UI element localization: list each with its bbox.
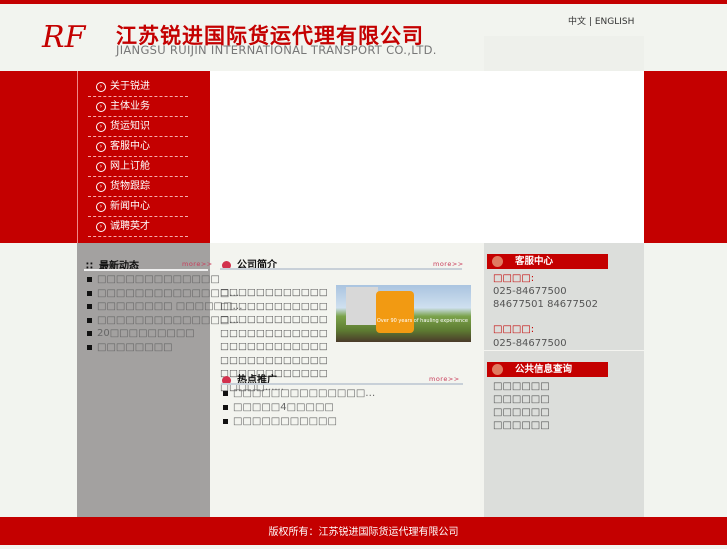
public-info-item[interactable]: □□□□□□: [493, 407, 550, 418]
news-item[interactable]: □□□□□□□□□□□□□: [87, 274, 220, 285]
menu-label: 主体业务: [110, 101, 150, 112]
arrow-circle-icon: ›: [96, 162, 106, 172]
header-panel: [484, 36, 644, 71]
menu-item-booking[interactable]: › 网上订舱: [88, 157, 188, 177]
menu-label: 新闻中心: [110, 201, 150, 212]
arrow-circle-icon: ›: [96, 82, 106, 92]
hot-item[interactable]: □□□□□□□□□□□□□□…: [223, 388, 375, 399]
menu-label: 诚聘英才: [110, 221, 150, 232]
company-name-en: JIANGSU RUIJIN INTERNATIONAL TRANSPORT C…: [116, 43, 437, 57]
public-info-item[interactable]: □□□□□□: [493, 420, 550, 431]
menu-item-knowledge[interactable]: › 货运知识: [88, 117, 188, 137]
hot-more-link[interactable]: more>>: [429, 375, 460, 383]
arrow-circle-icon: ›: [96, 122, 106, 132]
menu-label: 货物跟踪: [110, 181, 150, 192]
logo-icon[interactable]: RF: [42, 20, 110, 56]
divider: [221, 383, 463, 385]
arrow-circle-icon: ›: [96, 142, 106, 152]
arrow-circle-icon: ›: [96, 202, 106, 212]
public-info-item[interactable]: □□□□□□: [493, 381, 550, 392]
banner-area: [210, 71, 644, 243]
service-heading: 客服中心: [487, 254, 608, 269]
footer: 版权所有：江苏锐进国际货运代理有限公司: [0, 517, 727, 545]
public-info-title: 公共信息查询: [515, 364, 573, 375]
menu-item-business[interactable]: › 主体业务: [88, 97, 188, 117]
hot-item[interactable]: □□□□□4□□□□□: [223, 402, 334, 413]
menu-label: 客服中心: [110, 141, 150, 152]
menu-item-about[interactable]: › 关于锐进: [88, 77, 188, 97]
arrow-circle-icon: ›: [96, 182, 106, 192]
trailer-shape: [346, 287, 378, 325]
main-menu: › 关于锐进 › 主体业务 › 货运知识 › 客服中心 › 网上订舱 › 货物跟踪 › 新闻中…: [77, 71, 210, 243]
service-title: 客服中心: [515, 256, 554, 267]
divider: [84, 269, 208, 271]
image-caption: Over 90 years of hauling experience: [376, 318, 468, 324]
menu-item-jobs[interactable]: › 诚聘英才: [88, 217, 188, 237]
language-switch: 中文 | ENGLISH: [568, 14, 634, 27]
news-item[interactable]: 20□□□□□□□□□: [87, 328, 195, 339]
menu-label: 关于锐进: [110, 81, 150, 92]
logo-mark: RF: [42, 20, 86, 55]
arrow-circle-icon: ›: [96, 102, 106, 112]
news-item[interactable]: □□□□□□□□□□□□□□…: [87, 288, 239, 299]
arrow-circle-icon: [492, 256, 503, 267]
hot-item[interactable]: □□□□□□□□□□□: [223, 416, 337, 427]
arrow-circle-icon: ›: [96, 222, 106, 232]
public-info-item[interactable]: □□□□□□: [493, 394, 550, 405]
menu-item-tracking[interactable]: › 货物跟踪: [88, 177, 188, 197]
divider: [484, 350, 644, 351]
menu-item-service[interactable]: › 客服中心: [88, 137, 188, 157]
menu-label: 货运知识: [110, 121, 150, 132]
news-item[interactable]: □□□□□□□□□□□□□□…: [87, 315, 239, 326]
menu-label: 网上订舱: [110, 161, 150, 172]
lang-separator: |: [588, 17, 592, 27]
truck-image: Over 90 years of hauling experience: [336, 285, 471, 342]
news-more-link[interactable]: more>>: [182, 260, 213, 268]
arrow-circle-icon: [492, 364, 503, 375]
service-label-phone: □□□□:: [493, 273, 535, 284]
divider: [220, 268, 462, 270]
service-label-fax: □□□□:: [493, 324, 535, 335]
copyright-text: 版权所有：江苏锐进国际货运代理有限公司: [268, 527, 459, 538]
service-fax: 025-84677500: [493, 338, 567, 349]
news-item[interactable]: □□□□□□□□: [87, 342, 173, 353]
menu-item-news[interactable]: › 新闻中心: [88, 197, 188, 217]
service-phone: 025-84677500 84677501 84677502: [493, 286, 598, 310]
lang-chinese-link[interactable]: 中文: [568, 17, 586, 27]
public-info-heading: 公共信息查询: [487, 362, 608, 377]
intro-more-link[interactable]: more>>: [433, 260, 464, 268]
lang-english-link[interactable]: ENGLISH: [595, 17, 635, 27]
cab-shape: [376, 291, 414, 333]
